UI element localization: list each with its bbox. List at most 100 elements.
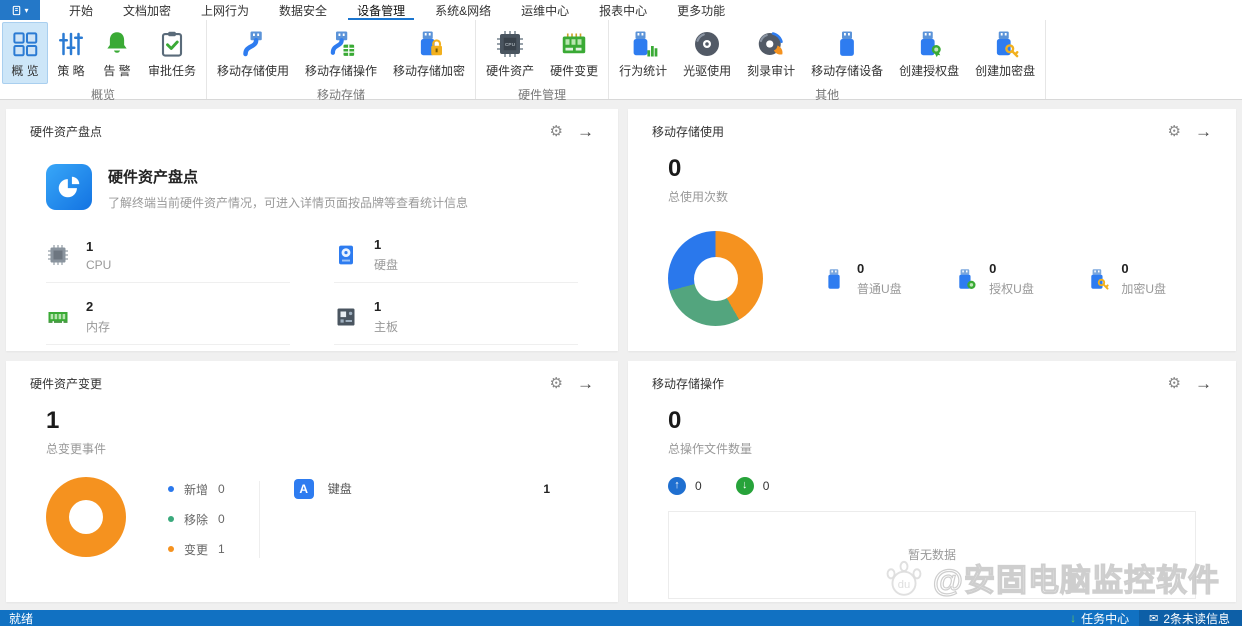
empty-state-box: 暂无数据 [668,510,1196,599]
card-title: 硬件资产盘点 [108,169,199,186]
menu-item-web-behavior[interactable]: 上网行为 [186,0,264,20]
settings-gear-icon[interactable]: ⚙ [1168,376,1181,391]
usb-key-icon [997,31,1019,58]
legend-authorized-usb: 0 授权U盘 [953,261,1034,297]
ribbon-item-policy[interactable]: 策 略 [48,22,94,84]
menu-item-device-management[interactable]: 设备管理 [342,0,420,20]
status-bar: 就绪 ↓ 任务中心 ✉ 2条未读信息 [0,610,1242,626]
legend-dot [168,486,174,493]
panel-title: 硬件资产变更 [30,376,103,391]
total-operation-label: 总操作文件数量 [668,441,753,456]
total-change-label: 总变更事件 [46,441,107,456]
usb-drive-icon [840,31,855,56]
sliders-icon [59,32,84,56]
goto-detail-arrow-icon[interactable]: → [577,123,594,140]
envelope-icon: ✉ [1149,612,1159,625]
usb-usage-donut-chart [668,231,763,327]
stat-cpu: 1 CPU [46,237,290,283]
total-change-value: 1 [46,406,60,434]
goto-detail-arrow-icon[interactable]: → [1195,123,1212,140]
panel-hardware-inventory: 硬件资产盘点 ⚙ → 硬件资产盘点 了解终端当前硬件资产情况，可进入详情页面按品… [6,109,618,351]
notebook-icon [13,5,21,15]
settings-gear-icon[interactable]: ⚙ [1168,124,1181,139]
menu-item-doc-encryption[interactable]: 文档加密 [108,0,186,20]
legend-removed: 移除 0 [168,511,225,528]
panel-title: 移动存储使用 [652,125,725,139]
hdd-stat-icon [339,245,353,265]
motherboard-stat-icon [337,308,355,326]
card-description: 了解终端当前硬件资产情况，可进入详情页面按品牌等查看统计信息 [108,196,469,210]
ribbon-group-removable-storage: 移动存储使用 移动存储操作 移动存储加密 移动存储 [207,20,477,102]
down-arrow-icon: ↓ [735,476,754,495]
ribbon-item-usb-devices[interactable]: 移动存储设备 [803,22,891,84]
cpu-chip-icon: CPU [497,31,524,57]
total-usage-label: 总使用次数 [668,190,729,205]
ribbon-item-usb-operation[interactable]: 移动存储操作 [297,22,385,84]
legend-dot [168,516,174,523]
keyboard-badge-icon: A [293,478,314,499]
menu-item-start[interactable]: 开始 [54,0,108,20]
dashboard-content: 硬件资产盘点 ⚙ → 硬件资产盘点 了解终端当前硬件资产情况，可进入详情页面按品… [0,100,1242,610]
ribbon-item-hardware-change[interactable]: 硬件变更 [542,22,606,84]
cpu-stat-icon [48,245,68,265]
goto-detail-arrow-icon[interactable]: → [1195,375,1212,392]
stat-disk: 1 硬盘 [334,237,578,283]
ribbon-item-usb-encryption[interactable]: 移动存储加密 [385,22,473,84]
usb-chart-icon [633,31,658,57]
task-center-button[interactable]: ↓ 任务中心 [1060,610,1139,626]
clipboard-check-icon [161,31,183,57]
ribbon-item-alert[interactable]: 告 警 [94,22,140,84]
settings-gear-icon[interactable]: ⚙ [550,124,563,139]
ribbon-group-hardware-management: CPU 硬件资产 硬件变更 硬件管理 [476,20,610,102]
circuit-board-icon [562,33,586,54]
panel-usb-operation: 移动存储操作 ⚙ → 0 总操作文件数量 ↑ 0 ↓ 0 暂无数据 [628,360,1236,602]
menu-item-report-center[interactable]: 报表中心 [584,0,662,20]
ram-stat-icon [48,312,68,323]
ribbon-item-burn-audit[interactable]: 刻录审计 [739,22,803,84]
ribbon-item-approval-tasks[interactable]: 审批任务 [140,22,204,84]
empty-state-text: 暂无数据 [907,548,956,563]
download-count: ↓ 0 [735,476,769,495]
pie-chart-app-icon [46,164,92,210]
ribbon-item-hardware-assets[interactable]: CPU 硬件资产 [478,22,542,84]
ribbon-item-cd-usage[interactable]: 光驱使用 [675,22,739,84]
usb-usage-legend: 0 普通U盘 0 授权U盘 0 加密U盘 [821,261,1196,297]
panel-title: 硬件资产盘点 [30,125,103,139]
svg-text:CPU: CPU [505,42,516,48]
upload-count: ↑ 0 [668,476,702,495]
ribbon-item-behavior-stats[interactable]: 行为统计 [611,22,675,84]
menu-item-more-features[interactable]: 更多功能 [662,0,740,20]
total-usage-value: 0 [668,155,682,182]
legend-encrypted-usb: 0 加密U盘 [1085,261,1166,297]
legend-normal-usb: 0 普通U盘 [821,261,902,297]
menu-item-ops-center[interactable]: 运维中心 [506,0,584,20]
hardware-stats-grid: 1 CPU 1 硬盘 2 内存 1 主板 [46,237,578,351]
legend-dot [168,546,174,553]
up-arrow-icon: ↑ [668,476,686,495]
task-download-icon: ↓ [1070,611,1077,625]
cd-disc-icon [695,32,720,56]
ribbon-group-others: 行为统计 光驱使用 刻录审计 移动存储设备 创建授权盘 创建加密盘 其他 [609,20,1047,102]
keyboard-change-row: A 键盘 1 [293,478,578,499]
cd-burn-icon [758,32,783,55]
settings-gear-icon[interactable]: ⚙ [550,376,563,391]
legend-changed: 变更 1 [168,541,225,558]
usb-cable-icon [243,31,262,57]
total-operation-value: 0 [668,406,682,434]
ribbon-item-create-encrypted-disk[interactable]: 创建加密盘 [967,22,1043,84]
usb-drive-icon [828,269,840,289]
menu-item-data-security[interactable]: 数据安全 [264,0,342,20]
vertical-divider [258,480,260,558]
usb-table-icon [330,31,355,56]
bell-icon [107,32,127,53]
ribbon-item-usb-usage[interactable]: 移动存储使用 [209,22,297,84]
app-menu-button[interactable]: ▾ [0,0,40,20]
unread-messages-button[interactable]: ✉ 2条未读信息 [1139,610,1242,626]
ribbon-item-overview[interactable]: 概 览 [2,22,48,84]
ribbon-item-create-authorized-disk[interactable]: 创建授权盘 [891,22,967,84]
menu-bar: ▾ 开始 文档加密 上网行为 数据安全 设备管理 系统&网络 运维中心 报表中心… [0,0,1242,20]
menu-item-system-network[interactable]: 系统&网络 [420,0,506,20]
goto-detail-arrow-icon[interactable]: → [577,375,594,392]
usb-key-icon [1091,269,1109,290]
stat-memory: 2 内存 [46,299,290,345]
